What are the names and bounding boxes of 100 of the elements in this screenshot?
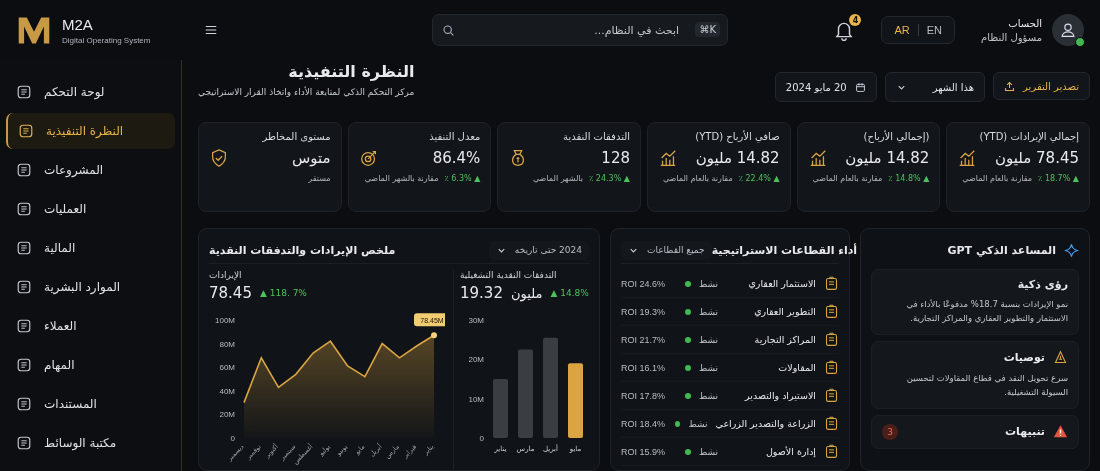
change-indicator: ▲ 24.3% ٪ [589, 174, 630, 183]
change-indicator: ▲ 6.3% ٪ [444, 174, 481, 183]
sparkle-icon [1064, 242, 1079, 258]
warning-icon [1053, 424, 1068, 440]
change-indicator: ▲ 22.4% ٪ [738, 174, 780, 183]
axis-tick-label: 40M [219, 386, 235, 396]
sidebar-item[interactable]: العملاء [6, 308, 175, 344]
kpi-value: 86.4% [432, 149, 481, 167]
page-subtitle: مركز التحكم الذكي لمتابعة الأداء واتخاذ القرار الاستراتيجي [198, 87, 415, 97]
roi-value: ROI 15.9% [621, 446, 667, 457]
kpi-note: مقارنة بالعام الماضي [662, 174, 733, 183]
roi-value: ROI 21.7% [621, 334, 667, 345]
sector-icon [824, 276, 839, 291]
sidebar-item[interactable]: المشروعات [6, 152, 175, 188]
year-dropdown[interactable]: 2024 حتى تاريخه [488, 240, 589, 260]
menu-item-icon [16, 279, 32, 295]
notification-badge: 4 [849, 14, 862, 26]
change-indicator: ▲ 14.8% ٪ [888, 174, 930, 183]
sidebar-item[interactable]: المستندات [6, 386, 175, 422]
language-option[interactable]: EN [926, 24, 942, 36]
status-label: نشط [699, 334, 719, 345]
card-title: توصيات [1003, 350, 1045, 364]
kpi-value: 14.82 مليون [845, 149, 930, 167]
export-button[interactable]: تصدير التقرير [993, 72, 1090, 100]
sidebar-item[interactable]: لوحة التحكم [6, 74, 175, 110]
change-indicator: ▲ 118. 7% [259, 288, 307, 298]
status-label: نشط [688, 418, 708, 429]
panel-title: المساعد الذكي GPT [947, 243, 1056, 257]
menu-item-icon [16, 162, 32, 178]
card-title: تنبيهات [1004, 425, 1045, 439]
sector-icon [824, 332, 839, 347]
axis-tick-label: 20M [468, 355, 484, 365]
kpi-note: مقارنة بالشهر الماضي [364, 174, 439, 183]
card-title: رؤى ذكية [1017, 278, 1068, 291]
kpi-value: متوس [292, 149, 331, 167]
alert-count-badge: 3 [882, 423, 898, 440]
axis-tick-label: 0 [230, 434, 235, 443]
status-label: نشط [699, 446, 719, 457]
page-title: النظرة التنفيذية [288, 62, 415, 81]
axis-tick-label: 30M [468, 316, 484, 325]
kpi-value: 78.45 مليون [995, 149, 1079, 167]
kpi-note: مقارنة بالعام الماضي [962, 174, 1033, 183]
sector-name: الاستثمار العقاري [747, 278, 816, 289]
menu-item-icon [16, 435, 32, 451]
menu-item-icon [16, 84, 32, 100]
sector-name: الاستيراد والتصدير [743, 390, 816, 401]
sector-icon [824, 360, 839, 375]
status-label: نشط [699, 278, 719, 289]
kpi-value: 14.82 مليون [695, 149, 780, 167]
sector-icon [824, 444, 839, 459]
kpi-value: 128 [601, 149, 630, 167]
user-icon [1059, 21, 1077, 39]
unit-label: مليون [510, 285, 543, 301]
chart-label: التدفقات النقدية التشغيلية [460, 270, 557, 280]
sector-name: التطوير العقاري [753, 306, 816, 317]
sector-name: المقاولات [777, 362, 816, 373]
sector-icon [824, 416, 839, 431]
logo-subtitle: Digital Operating System [62, 35, 152, 45]
segment-dropdown[interactable]: جميع القطاعات [621, 240, 712, 260]
status-label: نشط [699, 362, 719, 373]
status-label: نشط [699, 306, 719, 317]
date-picker[interactable]: 20 مايو 2024 [774, 72, 877, 102]
kpi-icon [658, 148, 678, 168]
kpi-title: التدفقات النقدية [562, 131, 630, 142]
kpi-note: مقارنة بالعام الماضي [812, 174, 883, 183]
bar [493, 379, 508, 438]
axis-tick-label: 100M [215, 316, 235, 325]
sidebar-item[interactable]: الموارد البشرية [6, 269, 175, 305]
axis-tick-label: 60M [219, 363, 235, 373]
user-role: مسؤول النظام [981, 31, 1042, 43]
kpi-title: (إجمالي الأرباح) [862, 131, 930, 142]
language-option[interactable]: AR [894, 24, 910, 36]
calendar-icon [854, 81, 866, 93]
sidebar-item[interactable]: النظرة التنفيذية [6, 113, 175, 149]
sidebar-item[interactable]: العمليات [6, 191, 175, 227]
axis-tick-label: 20M [219, 410, 235, 420]
axis-tick-label: 80M [219, 339, 235, 349]
change-indicator: ▲ 14.8% [550, 288, 589, 298]
roi-value: ROI 17.8% [621, 390, 667, 401]
roi-value: ROI 16.1% [621, 362, 667, 373]
avatar[interactable] [1052, 14, 1084, 46]
menu-item-icon [16, 240, 32, 256]
kpi-note: بالشهر الماضي [532, 174, 583, 183]
axis-tick-label: 10M [468, 394, 484, 404]
sidebar-item[interactable]: مكتبة الوسائط [6, 425, 175, 461]
panel-title: ملخص الإيرادات والتدفقات النقدية [209, 243, 396, 257]
sidebar-item[interactable]: المهام [6, 347, 175, 383]
sector-icon [824, 304, 839, 319]
menu-item-icon [16, 201, 32, 217]
kpi-title: صافي الأرباح (YTD) [694, 131, 780, 142]
sector-name: إدارة الأصول [764, 446, 816, 457]
search-icon [442, 24, 455, 37]
sidebar-item[interactable]: المالية [6, 230, 175, 266]
kpi-title: معدل التنفيذ [428, 131, 481, 142]
period-dropdown[interactable]: هذا الشهر [884, 72, 986, 102]
menu-icon[interactable] [204, 23, 218, 37]
sector-icon [824, 388, 839, 403]
menu-item-icon [16, 318, 32, 334]
card-text: سرع تحويل النقد في قطاع المقاولات لتحسين السيولة التشغيلية. [905, 371, 1068, 400]
roi-value: ROI 19.3% [621, 306, 667, 317]
